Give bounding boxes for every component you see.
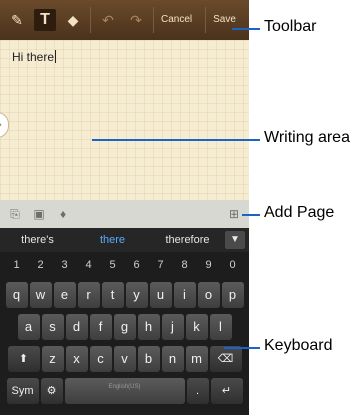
- key-u[interactable]: u: [149, 282, 172, 308]
- key-s[interactable]: s: [41, 314, 64, 340]
- callout-writing-area: Writing area: [264, 129, 350, 146]
- key-e[interactable]: e: [53, 282, 76, 308]
- chevron-down-icon[interactable]: ▼: [225, 231, 245, 249]
- pen-icon[interactable]: ✎: [6, 9, 28, 31]
- key-m[interactable]: m: [185, 346, 208, 372]
- undo-icon[interactable]: ↶: [97, 9, 119, 31]
- key-d[interactable]: d: [65, 314, 88, 340]
- key-t[interactable]: t: [101, 282, 124, 308]
- letter-row-1: q w e r t y u i o p: [0, 282, 249, 310]
- insert-image-icon[interactable]: ⎘: [6, 205, 24, 223]
- redo-icon[interactable]: ↷: [125, 9, 147, 31]
- note-content: Hi there: [12, 50, 55, 64]
- key-v[interactable]: v: [113, 346, 136, 372]
- key-w[interactable]: w: [29, 282, 52, 308]
- suggestion-item[interactable]: therefore: [150, 234, 225, 246]
- key-f[interactable]: f: [89, 314, 112, 340]
- side-panel-handle-icon[interactable]: ›: [0, 112, 9, 138]
- key-z[interactable]: z: [41, 346, 64, 372]
- key-r[interactable]: r: [77, 282, 100, 308]
- suggestion-item[interactable]: there's: [0, 234, 75, 246]
- save-button[interactable]: Save: [206, 0, 243, 40]
- text-cursor: [55, 50, 57, 63]
- key-c[interactable]: c: [89, 346, 112, 372]
- suggestion-item[interactable]: there: [75, 234, 150, 246]
- key-n[interactable]: n: [161, 346, 184, 372]
- shift-key-icon[interactable]: ⬆: [7, 346, 40, 372]
- add-page-icon[interactable]: ⊞: [225, 205, 243, 223]
- key-4[interactable]: 4: [78, 254, 100, 276]
- insert-media-icon[interactable]: ▣: [30, 205, 48, 223]
- callout-toolbar: Toolbar: [264, 18, 317, 35]
- key-b[interactable]: b: [137, 346, 160, 372]
- key-g[interactable]: g: [113, 314, 136, 340]
- letter-row-3: ⬆ z x c v b n m ⌫: [0, 346, 249, 374]
- key-y[interactable]: y: [125, 282, 148, 308]
- key-3[interactable]: 3: [54, 254, 76, 276]
- callout-keyboard: Keyboard: [264, 337, 333, 354]
- phone-screen: ✎ T ◆ ↶ ↷ Cancel Save Hi there › ⎘ ▣ ♦ ⊞…: [0, 0, 249, 415]
- backspace-key-icon[interactable]: ⌫: [209, 346, 242, 372]
- key-i[interactable]: i: [173, 282, 196, 308]
- key-9[interactable]: 9: [198, 254, 220, 276]
- bottom-toolbar: ⎘ ▣ ♦ ⊞: [0, 200, 249, 228]
- key-h[interactable]: h: [137, 314, 160, 340]
- text-icon[interactable]: T: [34, 9, 56, 31]
- writing-area[interactable]: Hi there ›: [0, 40, 249, 200]
- callout-line-add-page: [242, 214, 260, 216]
- key-q[interactable]: q: [5, 282, 28, 308]
- bottom-key-row: Sym ⚙ English(US) . ↵: [0, 378, 249, 406]
- cancel-button[interactable]: Cancel: [154, 0, 199, 40]
- key-l[interactable]: l: [209, 314, 232, 340]
- number-row: 1 2 3 4 5 6 7 8 9 0: [0, 254, 249, 282]
- key-k[interactable]: k: [185, 314, 208, 340]
- callout-add-page: Add Page: [264, 204, 335, 221]
- key-x[interactable]: x: [65, 346, 88, 372]
- key-7[interactable]: 7: [150, 254, 172, 276]
- microphone-icon[interactable]: ♦: [54, 205, 72, 223]
- key-p[interactable]: p: [221, 282, 244, 308]
- sym-key[interactable]: Sym: [6, 378, 39, 404]
- key-j[interactable]: j: [161, 314, 184, 340]
- settings-key-icon[interactable]: ⚙: [40, 378, 63, 404]
- key-0[interactable]: 0: [222, 254, 244, 276]
- keyboard: 1 2 3 4 5 6 7 8 9 0 q w e r t y u i o p …: [0, 252, 249, 415]
- key-a[interactable]: a: [17, 314, 40, 340]
- eraser-icon[interactable]: ◆: [62, 9, 84, 31]
- callout-line-writing-area: [92, 139, 260, 141]
- key-2[interactable]: 2: [30, 254, 52, 276]
- enter-key-icon[interactable]: ↵: [210, 378, 243, 404]
- suggestion-bar: there's there therefore ▼: [0, 228, 249, 253]
- toolbar: ✎ T ◆ ↶ ↷ Cancel Save: [0, 0, 249, 40]
- letter-row-2: a s d f g h j k l: [0, 314, 249, 342]
- callout-line-keyboard: [224, 347, 260, 349]
- period-key[interactable]: .: [186, 378, 209, 404]
- key-o[interactable]: o: [197, 282, 220, 308]
- space-bar[interactable]: English(US): [64, 378, 185, 404]
- toolbar-divider: [90, 7, 91, 33]
- key-8[interactable]: 8: [174, 254, 196, 276]
- note-text[interactable]: Hi there: [12, 50, 57, 64]
- key-6[interactable]: 6: [126, 254, 148, 276]
- key-1[interactable]: 1: [6, 254, 28, 276]
- key-5[interactable]: 5: [102, 254, 124, 276]
- callout-line-toolbar: [232, 28, 260, 30]
